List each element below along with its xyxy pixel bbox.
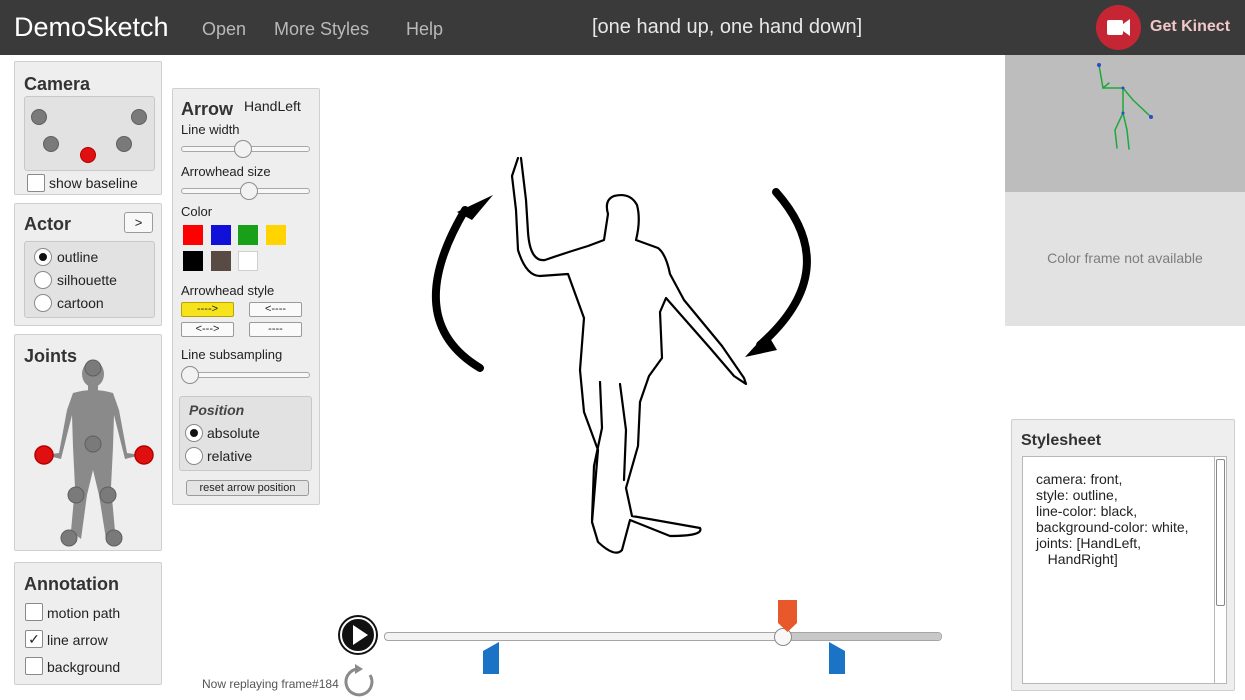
relative-radio[interactable] bbox=[185, 447, 203, 465]
joint-head[interactable] bbox=[84, 359, 102, 377]
position-title: Position bbox=[189, 402, 245, 418]
color-frame-message: Color frame not available bbox=[1047, 250, 1203, 266]
arrowhead-size-label: Arrowhead size bbox=[181, 164, 271, 179]
camera-position-front-selected[interactable] bbox=[80, 147, 96, 163]
pose-label: [one hand up, one hand down] bbox=[592, 16, 863, 38]
show-baseline-checkbox[interactable] bbox=[27, 174, 45, 192]
joint-knee-right[interactable] bbox=[67, 486, 85, 504]
absolute-radio[interactable] bbox=[185, 424, 203, 442]
joint-foot-right[interactable] bbox=[60, 529, 78, 547]
joints-panel: Joints bbox=[14, 334, 162, 551]
joint-foot-left[interactable] bbox=[105, 529, 123, 547]
cartoon-radio[interactable] bbox=[34, 294, 52, 312]
arrowhead-style-label: Arrowhead style bbox=[181, 283, 275, 298]
motion-path-checkbox[interactable] bbox=[25, 603, 43, 621]
cartoon-label: cartoon bbox=[57, 295, 104, 311]
relative-label: relative bbox=[207, 448, 253, 464]
arrow-target-joint: HandLeft bbox=[244, 98, 301, 114]
arrowhead-style-forward[interactable]: ----> bbox=[181, 302, 234, 317]
open-menu[interactable]: Open bbox=[202, 19, 246, 40]
range-end-marker[interactable] bbox=[828, 641, 846, 675]
skeleton-figure bbox=[1097, 63, 1153, 150]
line-width-label: Line width bbox=[181, 122, 240, 137]
stylesheet-scroll-thumb[interactable] bbox=[1216, 459, 1225, 606]
silhouette-radio[interactable] bbox=[34, 271, 52, 289]
silhouette-label: silhouette bbox=[57, 272, 117, 288]
annotation-panel: Annotation motion path ✓ line arrow back… bbox=[14, 562, 162, 685]
line-arrow-checkbox[interactable]: ✓ bbox=[25, 630, 43, 648]
position-group: Position absolute relative bbox=[179, 396, 312, 471]
camera-panel: Camera show baseline bbox=[14, 61, 162, 195]
stylesheet-scrollbar[interactable] bbox=[1214, 456, 1227, 684]
color-swatch-brown[interactable] bbox=[211, 251, 231, 271]
color-swatch-green[interactable] bbox=[238, 225, 258, 245]
camera-title: Camera bbox=[24, 74, 91, 94]
color-swatch-yellow[interactable] bbox=[266, 225, 286, 245]
get-kinect-button[interactable] bbox=[1096, 5, 1141, 50]
actor-style-group: outline silhouette cartoon bbox=[24, 241, 155, 318]
actor-panel: Actor > outline silhouette cartoon bbox=[14, 203, 162, 326]
arrowhead-style-backward[interactable]: <---- bbox=[249, 302, 302, 317]
outline-radio[interactable] bbox=[34, 248, 52, 266]
more-styles-menu[interactable]: More Styles bbox=[274, 19, 369, 40]
play-button[interactable] bbox=[336, 613, 380, 657]
line-width-thumb[interactable] bbox=[234, 140, 253, 158]
joint-knee-left[interactable] bbox=[99, 486, 117, 504]
help-menu[interactable]: Help bbox=[406, 19, 443, 40]
get-kinect-label[interactable]: Get Kinect bbox=[1150, 18, 1230, 36]
stylesheet-title: Stylesheet bbox=[1021, 432, 1102, 449]
line-arrow-label: line arrow bbox=[47, 632, 108, 648]
app-title: DemoSketch bbox=[14, 12, 169, 42]
kinect-view-panel: Color frame not available bbox=[1005, 55, 1245, 326]
joint-hand-left-selected[interactable] bbox=[134, 445, 154, 465]
sketch-canvas[interactable] bbox=[340, 150, 840, 570]
actor-expand-button[interactable]: > bbox=[124, 212, 153, 233]
camera-selector bbox=[24, 96, 155, 171]
show-baseline-label: show baseline bbox=[49, 175, 138, 191]
color-swatch-blue[interactable] bbox=[211, 225, 231, 245]
actor-outline bbox=[510, 156, 748, 554]
color-label: Color bbox=[181, 204, 213, 219]
outline-label: outline bbox=[57, 249, 99, 265]
arrow-panel: Arrow HandLeft Line width Arrowhead size… bbox=[172, 88, 320, 505]
line-subsampling-slider[interactable] bbox=[181, 372, 310, 378]
color-swatch-black[interactable] bbox=[183, 251, 203, 271]
replay-icon[interactable] bbox=[340, 663, 378, 699]
color-swatch-white[interactable] bbox=[238, 251, 258, 271]
video-camera-icon bbox=[1107, 19, 1130, 36]
motion-path-label: motion path bbox=[47, 605, 121, 621]
camera-position-right[interactable] bbox=[116, 136, 132, 152]
range-start-marker[interactable] bbox=[482, 641, 500, 675]
annotation-title: Annotation bbox=[24, 574, 119, 594]
background-label: background bbox=[47, 659, 121, 675]
arrowhead-style-none[interactable]: ---- bbox=[249, 322, 302, 337]
absolute-label: absolute bbox=[207, 425, 260, 441]
camera-position-left[interactable] bbox=[43, 136, 59, 152]
skeleton-preview bbox=[1005, 55, 1245, 192]
camera-position-right-top[interactable] bbox=[131, 109, 147, 125]
arrow-title: Arrow bbox=[181, 99, 234, 119]
background-checkbox[interactable] bbox=[25, 657, 43, 675]
color-swatch-red[interactable] bbox=[183, 225, 203, 245]
line-subsampling-thumb[interactable] bbox=[181, 366, 199, 384]
motion-arrows bbox=[431, 188, 811, 372]
arrowhead-style-both[interactable]: <---> bbox=[181, 322, 234, 337]
camera-position-left-top[interactable] bbox=[31, 109, 47, 125]
top-bar: DemoSketch Open More Styles Help [one ha… bbox=[0, 0, 1245, 55]
stylesheet-editor[interactable]: camera: front, style: outline, line-colo… bbox=[1022, 456, 1215, 684]
joint-hand-right-selected[interactable] bbox=[34, 445, 54, 465]
reset-arrow-position-button[interactable]: reset arrow position bbox=[186, 480, 309, 496]
arrow-left-hand bbox=[431, 206, 484, 372]
current-frame-marker[interactable] bbox=[777, 599, 799, 633]
replay-status: Now replaying frame#184 bbox=[202, 677, 339, 691]
body-figure bbox=[34, 359, 154, 547]
line-subsampling-label: Line subsampling bbox=[181, 347, 283, 362]
arrowhead-size-thumb[interactable] bbox=[239, 182, 258, 200]
joint-spine[interactable] bbox=[84, 435, 102, 453]
arrow-right-hand bbox=[756, 188, 811, 349]
timeline-remaining bbox=[783, 633, 941, 640]
actor-title: Actor bbox=[24, 214, 72, 234]
